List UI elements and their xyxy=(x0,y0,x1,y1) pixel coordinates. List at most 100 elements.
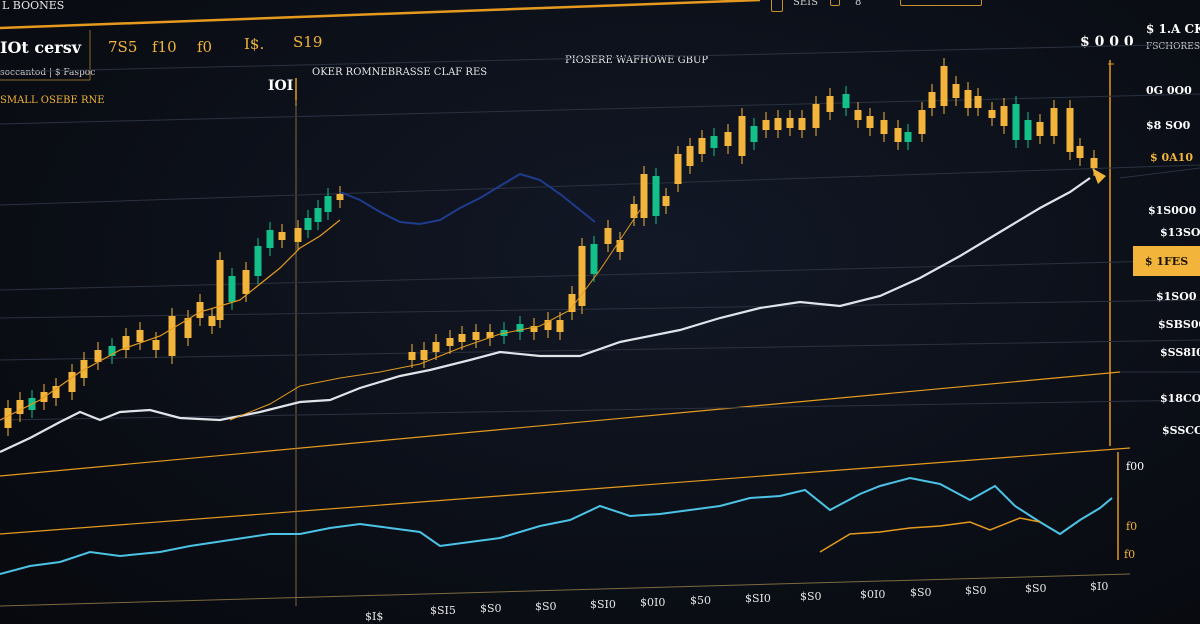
candle-body xyxy=(266,230,274,248)
orange-oscillator-line xyxy=(819,517,1041,553)
price-axis-label: $ 0A10 xyxy=(1150,151,1193,164)
candle-body xyxy=(710,136,718,148)
candle-body xyxy=(432,342,440,352)
price-axis-label: $18CO0 xyxy=(1160,392,1200,405)
candle-body xyxy=(674,154,682,184)
candle-body xyxy=(904,132,912,142)
candle-body xyxy=(1024,120,1032,140)
candle-body xyxy=(866,116,874,128)
price-axis-label: $SSCO0 xyxy=(1162,424,1200,437)
candle-body xyxy=(208,316,216,326)
price-axis-label: $8 SO0 xyxy=(1146,119,1191,132)
candle-body xyxy=(568,294,576,312)
candle-body xyxy=(168,316,176,356)
candle-body xyxy=(458,334,466,342)
candle-body xyxy=(774,118,782,130)
price-axis-label: $1SO0 xyxy=(1156,290,1197,303)
candle-body xyxy=(68,372,76,392)
trading-terminal: L BOONES SEIS 8 IOt cersv soccantod | $ … xyxy=(0,0,1200,624)
candle-body xyxy=(974,96,982,108)
time-axis-label: $S0 xyxy=(480,602,502,615)
candle-body xyxy=(472,332,480,340)
candle-body xyxy=(604,228,612,244)
candle-body xyxy=(826,96,834,112)
time-axis-label: $SI0 xyxy=(590,598,616,611)
candle-body xyxy=(16,400,24,414)
candle-body xyxy=(812,104,820,128)
candle-body xyxy=(1090,158,1098,168)
time-axis-label: $S0 xyxy=(1025,582,1047,595)
candle-body xyxy=(1012,104,1020,140)
candle-body xyxy=(940,66,948,106)
chart-frame xyxy=(0,0,1131,607)
time-axis-label: $S0 xyxy=(910,586,932,599)
candle-body xyxy=(640,174,648,218)
candle-body xyxy=(336,194,344,200)
candle-body xyxy=(152,340,160,350)
time-axis-label: $I$ xyxy=(365,610,384,623)
time-axis-label: $S0 xyxy=(535,600,557,613)
candle-body xyxy=(686,146,694,166)
candle-body xyxy=(918,110,926,134)
candle-body xyxy=(952,84,960,98)
time-axis-label: $0I0 xyxy=(860,588,886,601)
orange-trend-line-2 xyxy=(229,209,641,421)
candle-body xyxy=(724,132,732,146)
candle-body xyxy=(556,320,564,332)
candle-body xyxy=(988,110,996,118)
grid-lines xyxy=(0,43,1200,421)
candle-body xyxy=(964,90,972,108)
lower-axis-label: f0 xyxy=(1124,548,1136,561)
candle-body xyxy=(762,120,770,130)
candle-body xyxy=(1076,146,1084,158)
candle-body xyxy=(242,270,250,294)
candle-body xyxy=(196,302,204,318)
candle-body xyxy=(136,330,144,342)
candle-body xyxy=(698,138,706,154)
candle-body xyxy=(1066,108,1074,152)
time-axis-label: $S0 xyxy=(800,590,822,603)
candle-body xyxy=(798,118,806,130)
candle-body xyxy=(216,260,224,320)
price-chart[interactable] xyxy=(0,0,1200,624)
candle-body xyxy=(304,218,312,230)
candle-body xyxy=(786,118,794,128)
candle-body xyxy=(408,352,416,360)
candle-body xyxy=(1050,108,1058,136)
price-axis-label: $SBS00 xyxy=(1158,318,1200,331)
candle-body xyxy=(446,338,454,346)
time-axis-label: $SI5 xyxy=(430,604,456,617)
navy-moving-average-line xyxy=(339,172,596,226)
candle-body xyxy=(842,94,850,108)
candle-body xyxy=(294,228,302,242)
time-axis-label: $50 xyxy=(690,594,711,607)
price-axis-label: $13SO0 xyxy=(1160,226,1200,239)
candle-body xyxy=(278,232,286,240)
candle-body xyxy=(662,196,670,206)
candle-body xyxy=(928,92,936,108)
candle-body xyxy=(254,246,262,276)
lower-axis-label: f0 xyxy=(1126,520,1138,533)
lower-axis-label: f00 xyxy=(1126,460,1145,473)
candle-body xyxy=(1036,122,1044,136)
candle-body xyxy=(314,208,322,222)
current-price-badge: $ 1FES xyxy=(1133,246,1200,276)
candle-body xyxy=(4,408,12,428)
candle-body xyxy=(854,110,862,120)
price-axis-label: $1S0O0 xyxy=(1148,204,1197,217)
candle-body xyxy=(738,116,746,156)
price-axis-label: 0G 0O0 xyxy=(1146,84,1192,97)
time-axis-label: $0I0 xyxy=(640,596,666,609)
time-axis-label: $SI0 xyxy=(745,592,771,605)
price-axis-label: $SS8I00 xyxy=(1160,346,1200,359)
candle-body xyxy=(228,276,236,302)
candle-body xyxy=(1000,106,1008,126)
candle-body xyxy=(652,176,660,216)
candle-body xyxy=(590,244,598,274)
time-axis-label: $S0 xyxy=(965,584,987,597)
candle-body xyxy=(750,126,758,142)
candle-body xyxy=(420,350,428,360)
candle-body xyxy=(616,240,624,252)
candlestick-series xyxy=(4,58,1098,436)
candle-body xyxy=(894,128,902,142)
